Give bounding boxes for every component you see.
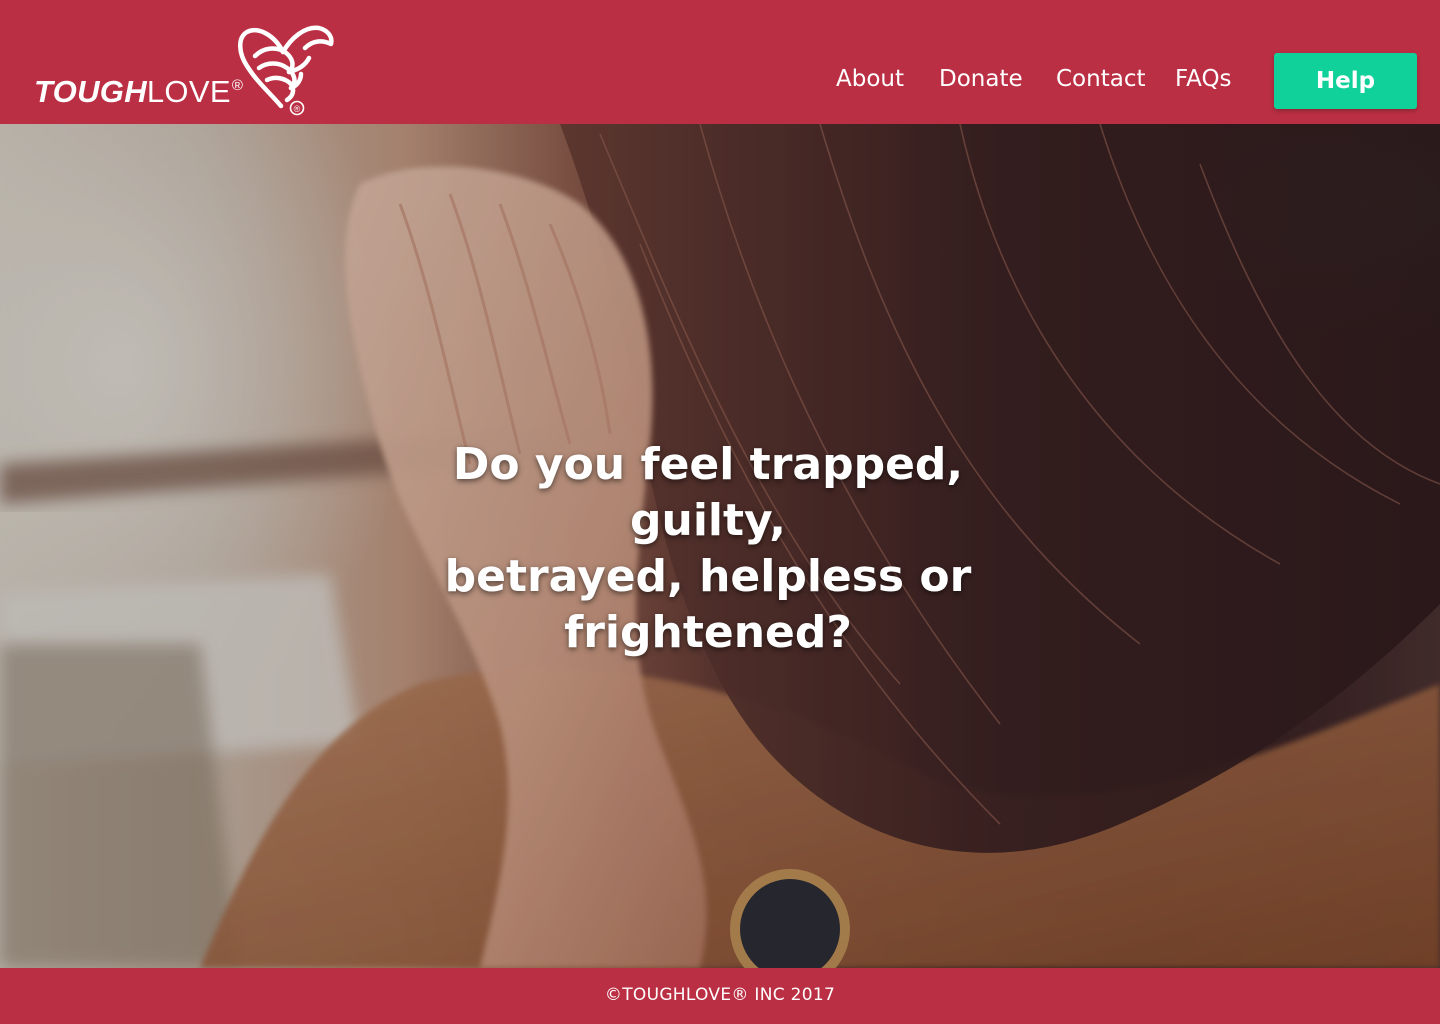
logo-tough-text: TOUGH	[34, 74, 147, 109]
logo-heart-registered-mark: ®	[294, 104, 301, 114]
hero-headline: Do you feel trapped, guilty, betrayed, h…	[380, 437, 1036, 661]
nav-link-contact[interactable]: Contact	[1056, 66, 1145, 92]
footer-copyright: ©TOUGHLOVE® INC 2017	[604, 985, 836, 1005]
hero-headline-line-3: frightened?	[564, 607, 852, 658]
page: TOUGHLOVE® ® About Donate Contact FAQs H…	[0, 0, 1440, 1024]
logo-love-text: LOVE	[146, 74, 231, 109]
heart-fist-logo-icon: ®	[238, 25, 334, 116]
help-button[interactable]: Help	[1274, 53, 1417, 109]
toughlove-logo[interactable]: TOUGHLOVE® ®	[30, 20, 340, 120]
logo-wordmark: TOUGHLOVE®	[34, 74, 243, 110]
hero-headline-line-1: Do you feel trapped, guilty,	[452, 439, 964, 546]
site-header: TOUGHLOVE® ® About Donate Contact FAQs H…	[0, 0, 1440, 124]
nav-link-about[interactable]: About	[836, 66, 904, 92]
nav-link-donate[interactable]: Donate	[939, 66, 1023, 92]
hero-section: Do you feel trapped, guilty, betrayed, h…	[0, 124, 1440, 968]
nav-link-faqs[interactable]: FAQs	[1175, 66, 1232, 92]
site-footer: ©TOUGHLOVE® INC 2017	[0, 968, 1440, 1024]
hero-headline-line-2: betrayed, helpless or	[444, 551, 972, 602]
